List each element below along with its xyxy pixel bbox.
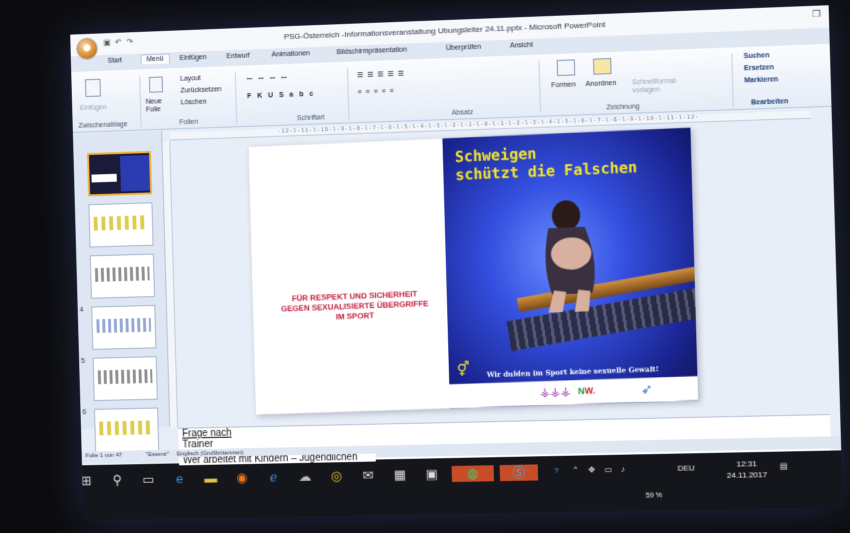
theme-name: "Essenz" [145, 451, 170, 459]
clock-time: 12:31 [736, 459, 758, 469]
ribbon-divider [234, 71, 238, 124]
clock[interactable]: 12:31 24.11.2017 [726, 458, 768, 481]
tab-review[interactable]: Überprüfen [446, 44, 481, 52]
language-indicator[interactable]: DEU [677, 463, 694, 472]
ribbon-divider [538, 60, 541, 113]
slide-thumbnail[interactable] [91, 304, 157, 350]
new-slide-button[interactable]: Neue Folie [146, 98, 176, 115]
thumbnail-content [94, 266, 150, 282]
slide-number: 4 [79, 306, 84, 314]
ribbon-divider [731, 53, 734, 107]
list-buttons[interactable]: ☰☰☰☰☰ [357, 69, 408, 79]
paragraph-group-label: Absatz [451, 109, 474, 117]
slide-number: 6 [82, 409, 87, 417]
clock-date: 24.11.2017 [726, 470, 768, 480]
slide-canvas[interactable]: FÜR RESPEKT UND SICHERHEIT GEGEN SEXUALI… [248, 127, 699, 415]
layout-button[interactable]: Layout [180, 75, 201, 83]
slide-thumbnail[interactable] [94, 407, 160, 453]
editing-group-label: Bearbeiten [750, 98, 789, 107]
ribbon-divider [346, 67, 350, 120]
quick-styles-button[interactable]: Schnellformat-vorlagen [632, 77, 691, 95]
align-buttons[interactable]: ≡≡≡≡≡ [357, 88, 397, 96]
thumbnail-poster [120, 154, 151, 192]
poster-title: Schweigen schützt die Falschen [455, 140, 638, 184]
reset-button[interactable]: Zurücksetzen [180, 86, 221, 94]
undo-icon[interactable]: ↶ [115, 38, 122, 47]
tab-slideshow[interactable]: Bildschirmpräsentation [337, 47, 407, 57]
logo-strip: ⚶⚶⚶ NW. ➶ [449, 376, 699, 409]
ribbon-divider [139, 75, 142, 127]
sitting-figure [544, 199, 596, 313]
slide-thumbnail[interactable] [89, 253, 155, 299]
arrange-button[interactable]: Anordnen [586, 80, 617, 88]
paste-icon[interactable] [84, 78, 101, 98]
network-icon[interactable]: ▭ [604, 465, 612, 474]
shapes-button[interactable]: Formen [551, 81, 576, 89]
font-format-buttons[interactable]: ꟷꟷꟷꟷ [247, 74, 293, 85]
tab-insert[interactable]: Einfügen [180, 54, 207, 62]
spotify-icon[interactable]: ◍ [451, 465, 495, 483]
clipboard-group-label: Zwischenablage [78, 121, 128, 130]
slide-number: 5 [80, 357, 85, 365]
shapes-icon[interactable] [556, 59, 576, 77]
drawing-group-label: Zeichnung [606, 103, 640, 112]
action-center-icon[interactable]: ▤ [780, 462, 788, 471]
window-restore-icon[interactable]: ❐ [812, 9, 821, 20]
select-button[interactable]: Markieren [744, 76, 778, 84]
task-view-icon[interactable]: ▭ [138, 472, 158, 488]
show-hidden-icons-icon[interactable]: ⌃ [572, 466, 579, 475]
replace-button[interactable]: Ersetzen [744, 64, 774, 72]
nw-logo-icon: NW. [577, 385, 596, 397]
thumbnail-content [97, 369, 153, 385]
internet-explorer-icon[interactable]: ℯ [263, 469, 283, 485]
tab-menu[interactable]: Menü [140, 53, 170, 65]
thumbnail-content [96, 317, 152, 334]
new-slide-icon[interactable] [148, 76, 163, 93]
windows-start-icon[interactable]: ⊞ [76, 473, 96, 489]
volume-icon[interactable]: ♪ [621, 465, 625, 474]
file-explorer-icon[interactable]: ▬ [201, 471, 221, 487]
dropbox-icon[interactable]: ✥ [588, 465, 595, 474]
office-logo-icon: ⬢ [82, 42, 91, 53]
thumbnail-text-block [91, 173, 117, 183]
calendar-icon[interactable]: ▦ [390, 467, 410, 483]
slide-text-box[interactable]: FÜR RESPEKT UND SICHERHEIT GEGEN SEXUALI… [261, 288, 450, 325]
help-icon[interactable]: ? [554, 466, 559, 475]
arrange-icon[interactable] [592, 57, 612, 75]
search-icon[interactable]: ⚲ [107, 472, 127, 488]
tab-design[interactable]: Entwurf [226, 52, 249, 60]
slide-thumbnail[interactable] [92, 356, 158, 402]
save-icon[interactable]: ▣ [103, 38, 111, 47]
tab-animations[interactable]: Animationen [272, 50, 311, 58]
tab-start[interactable]: Start [108, 57, 123, 64]
thumbnail-content [93, 215, 149, 231]
slide-counter: Folie 1 von 47 [85, 452, 123, 460]
delete-button[interactable]: Löschen [181, 99, 207, 107]
windows-taskbar: Wer arbeitet mit Kindern – Jugendlichen … [81, 450, 843, 521]
chrome-icon[interactable]: ◎ [326, 468, 346, 484]
firefox-icon[interactable]: ◉ [232, 470, 252, 486]
redo-icon[interactable]: ↷ [126, 37, 133, 46]
font-group-label: Schriftart [296, 114, 325, 123]
paste-button[interactable]: Einfügen [80, 104, 107, 112]
people-logo-icon: ⚶⚶⚶ [539, 384, 571, 400]
edge-browser-icon[interactable]: e [170, 471, 190, 487]
slide-thumbnail-pane: 4 5 6 [72, 130, 171, 453]
projected-screen: PSG-Österreich -Informationsveranstaltun… [70, 5, 843, 521]
slide-thumbnail[interactable] [86, 150, 153, 197]
slide-thumbnail[interactable] [88, 202, 154, 248]
zoom-level[interactable]: 59 % [646, 492, 662, 499]
skype-icon[interactable]: Ⓢ [499, 464, 539, 482]
photo-app-icon[interactable]: ▣ [422, 466, 442, 482]
mail-icon[interactable]: ✉ [358, 467, 378, 483]
sport-logo-icon: ➶ [640, 380, 653, 398]
network-app-icon[interactable]: ☁ [295, 469, 315, 485]
slides-group-label: Folien [179, 118, 199, 127]
font-style-buttons[interactable]: FKUSabc [247, 91, 319, 101]
poster-image[interactable]: Schweigen schützt die Falschen ⚥ Wir dul… [442, 127, 699, 409]
find-button[interactable]: Suchen [744, 52, 770, 60]
tab-view[interactable]: Ansicht [510, 42, 533, 50]
thumbnail-content [99, 420, 154, 436]
